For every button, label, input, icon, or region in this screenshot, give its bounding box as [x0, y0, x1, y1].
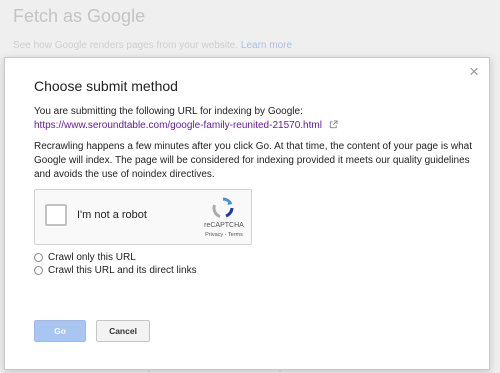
subtitle-text: See how Google renders pages from your w…: [13, 40, 239, 51]
page-title: Fetch as Google: [13, 6, 146, 26]
option-label: Crawl only this URL: [48, 252, 136, 263]
page-subtitle: See how Google renders pages from your w…: [13, 40, 292, 51]
recaptcha-widget: I'm not a robot reCAPTCHA Privacy - Term…: [34, 189, 252, 245]
external-link-icon[interactable]: [329, 120, 338, 132]
recaptcha-brand: reCAPTCHA: [204, 222, 244, 229]
learn-more-link[interactable]: Learn more: [241, 40, 292, 51]
recaptcha-checkbox[interactable]: [45, 204, 67, 226]
option-label: Crawl this URL and its direct links: [48, 265, 197, 276]
recrawl-description: Recrawling happens a few minutes after y…: [34, 141, 473, 180]
intro-text: You are submitting the following URL for…: [34, 106, 303, 117]
submitted-url-link[interactable]: https://www.seroundtable.com/google-fami…: [34, 120, 322, 131]
close-icon[interactable]: ×: [469, 62, 479, 82]
recaptcha-logo-icon: [212, 197, 234, 218]
recaptcha-terms-link[interactable]: Privacy - Terms: [198, 232, 250, 238]
radio-button[interactable]: [34, 266, 43, 275]
submit-method-dialog: × Choose submit method You are submittin…: [4, 57, 490, 370]
url-line: https://www.seroundtable.com/google-fami…: [34, 120, 338, 132]
option-crawl-direct-links[interactable]: Crawl this URL and its direct links: [34, 265, 197, 276]
cancel-button[interactable]: Cancel: [96, 320, 150, 342]
go-button[interactable]: Go: [34, 320, 86, 342]
dialog-title: Choose submit method: [34, 78, 178, 94]
option-crawl-only-url[interactable]: Crawl only this URL: [34, 252, 136, 263]
radio-button[interactable]: [34, 253, 43, 262]
recaptcha-label: I'm not a robot: [77, 209, 147, 221]
